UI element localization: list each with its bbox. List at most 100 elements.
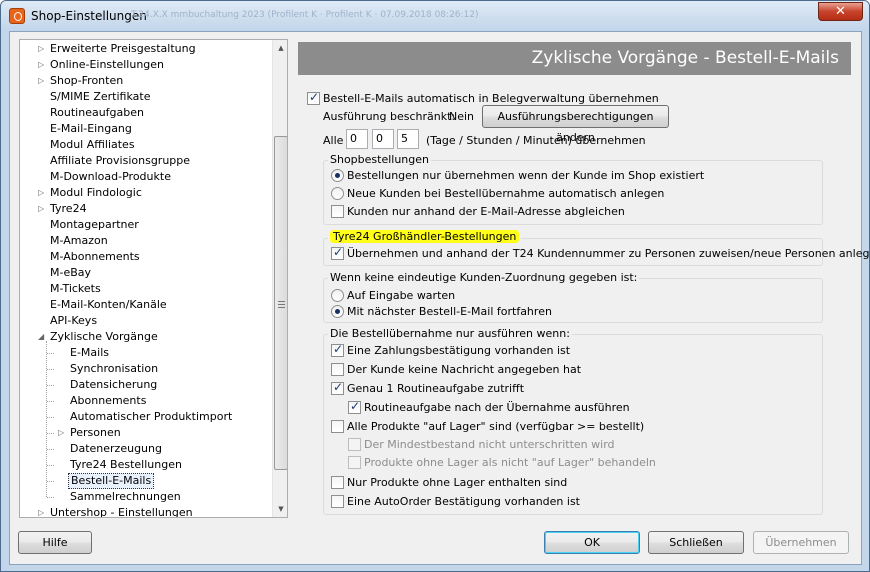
- interval-days-input[interactable]: 0: [346, 129, 368, 149]
- tyre24-checkbox[interactable]: [331, 245, 344, 260]
- tree-item-label[interactable]: M-Tickets: [50, 281, 101, 297]
- condition-checkbox[interactable]: [331, 420, 344, 433]
- tree-item-label[interactable]: Shop-Fronten: [50, 73, 123, 89]
- expand-arrow-icon[interactable]: ▷: [38, 505, 48, 517]
- expand-arrow-icon[interactable]: ▷: [38, 57, 48, 73]
- wait-input-radio[interactable]: [331, 289, 344, 302]
- tree-item-label[interactable]: M-Amazon: [50, 233, 108, 249]
- tree-item-label[interactable]: Bestell-E-Mails: [68, 473, 155, 489]
- expand-arrow-icon[interactable]: ▷: [58, 425, 68, 441]
- tree-item-label[interactable]: Automatischer Produktimport: [70, 409, 232, 425]
- tree-connector: [47, 433, 54, 434]
- condition-label[interactable]: Genau 1 Routineaufgabe zutrifft: [347, 382, 524, 395]
- condition-label[interactable]: Eine AutoOrder Bestätigung vorhanden ist: [347, 495, 580, 508]
- condition-label: Produkte ohne Lager als nicht "auf Lager…: [364, 456, 656, 469]
- expand-arrow-icon[interactable]: ▷: [38, 185, 48, 201]
- tree-item-label[interactable]: Montagepartner: [50, 217, 139, 233]
- shop-orders-title: Shopbestellungen: [328, 153, 432, 166]
- tree-item-label[interactable]: Sammelrechnungen: [70, 489, 181, 505]
- grip-icon: [278, 301, 285, 308]
- tree-connector: [47, 385, 54, 386]
- help-button[interactable]: Hilfe: [18, 531, 92, 554]
- expand-arrow-icon[interactable]: ▷: [38, 201, 48, 217]
- interval-prefix: Alle: [323, 134, 344, 147]
- tree-connector: [47, 481, 54, 482]
- tree-item-label[interactable]: Zyklische Vorgänge: [50, 329, 158, 345]
- condition-label[interactable]: Eine Zahlungsbestätigung vorhanden ist: [347, 344, 570, 357]
- tree-item-label[interactable]: Tyre24 Bestellungen: [70, 457, 182, 473]
- tree-item-label[interactable]: S/MIME Zertifikate: [50, 89, 150, 105]
- condition-checkbox[interactable]: [331, 380, 344, 395]
- auto-take-label[interactable]: Bestell-E-Mails automatisch in Belegverw…: [323, 92, 659, 105]
- close-button[interactable]: Schließen: [648, 531, 744, 554]
- expand-arrow-icon[interactable]: ▷: [38, 73, 48, 89]
- tree-item-label[interactable]: Modul Findologic: [50, 185, 142, 201]
- app-icon: [9, 8, 25, 24]
- shop-settings-window: Shop-Einstellungen T.24.X.X mmbuchaltung…: [0, 0, 870, 572]
- condition-checkbox[interactable]: [331, 342, 344, 357]
- interval-hours-input[interactable]: 0: [372, 129, 394, 149]
- condition-checkbox[interactable]: [331, 363, 344, 376]
- tree-item-label[interactable]: Datenerzeugung: [70, 441, 162, 457]
- tree-scrollbar[interactable]: ▲ ▼: [272, 40, 287, 517]
- tree-item-label[interactable]: M-Abonnements: [50, 249, 140, 265]
- tree-item-label[interactable]: M-eBay: [50, 265, 91, 281]
- tree-item-label[interactable]: Abonnements: [70, 393, 146, 409]
- scroll-down-icon[interactable]: ▼: [273, 501, 287, 517]
- tree-item-label[interactable]: Modul Affiliates: [50, 137, 135, 153]
- tree-connector: [47, 401, 54, 402]
- interval-minutes-input[interactable]: 5: [397, 129, 419, 149]
- condition-label[interactable]: Der Kunde keine Nachricht angegeben hat: [347, 363, 581, 376]
- condition-checkbox[interactable]: [348, 399, 361, 414]
- shop-existing-label[interactable]: Bestellungen nur übernehmen wenn der Kun…: [347, 169, 704, 182]
- scroll-up-icon[interactable]: ▲: [273, 40, 287, 56]
- tree-item-label[interactable]: Personen: [70, 425, 121, 441]
- condition-label[interactable]: Nur Produkte ohne Lager enthalten sind: [347, 476, 567, 489]
- auto-take-checkbox[interactable]: [307, 90, 320, 105]
- tree-item-label[interactable]: E-Mail-Eingang: [50, 121, 132, 137]
- email-match-checkbox[interactable]: [331, 205, 344, 218]
- tree-item-label[interactable]: Tyre24: [50, 201, 87, 217]
- tree-item-label[interactable]: Erweiterte Preisgestaltung: [50, 41, 196, 57]
- shop-autocreate-label[interactable]: Neue Kunden bei Bestellübernahme automat…: [347, 187, 664, 200]
- tree-item-label[interactable]: Affiliate Provisionsgruppe: [50, 153, 190, 169]
- shop-existing-radio[interactable]: [331, 169, 344, 182]
- tree-item-label[interactable]: Datensicherung: [70, 377, 157, 393]
- tree-item-label[interactable]: Routineaufgaben: [50, 105, 144, 121]
- condition-label: Der Mindestbestand nicht unterschritten …: [364, 438, 615, 451]
- condition-checkbox: [348, 438, 361, 451]
- continue-next-radio[interactable]: [331, 305, 344, 318]
- shop-autocreate-radio[interactable]: [331, 187, 344, 200]
- restricted-value: Nein: [449, 110, 475, 123]
- tree-item-label[interactable]: Untershop - Einstellungen: [50, 505, 193, 517]
- tree-connector: [47, 497, 54, 498]
- tree-item-label[interactable]: E-Mails: [70, 345, 109, 361]
- tree-item-label[interactable]: E-Mail-Konten/Kanäle: [50, 297, 167, 313]
- restricted-label: Ausführung beschränkt:: [323, 110, 456, 123]
- tyre24-label[interactable]: Übernehmen und anhand der T24 Kundennumm…: [347, 247, 869, 260]
- tyre24-title-wrap: Tyre24 Großhändler-Bestellungen: [328, 230, 522, 243]
- change-permissions-button[interactable]: Ausführungsberechtigungen ändern: [482, 105, 669, 144]
- scroll-thumb[interactable]: [274, 136, 287, 470]
- expand-arrow-icon[interactable]: ▷: [38, 41, 48, 57]
- tree-connector: [46, 341, 47, 497]
- tree-connector: [47, 369, 54, 370]
- condition-checkbox[interactable]: [331, 476, 344, 489]
- condition-label[interactable]: Routineaufgabe nach der Übernahme ausfüh…: [364, 401, 630, 414]
- close-window-button[interactable]: ✕: [818, 2, 863, 21]
- tree-item-label[interactable]: Online-Einstellungen: [50, 57, 164, 73]
- tree-connector: [47, 465, 54, 466]
- tree-item-label[interactable]: API-Keys: [50, 313, 97, 329]
- ok-button[interactable]: OK: [544, 531, 640, 554]
- title-bar[interactable]: Shop-Einstellungen T.24.X.X mmbuchaltung…: [1, 1, 869, 31]
- tree-item-label[interactable]: M-Download-Produkte: [50, 169, 171, 185]
- condition-label[interactable]: Alle Produkte "auf Lager" sind (verfügba…: [347, 420, 644, 433]
- unclear-customer-title: Wenn keine eindeutige Kunden-Zuordnung g…: [328, 271, 640, 284]
- wait-input-label[interactable]: Auf Eingabe warten: [347, 289, 455, 302]
- apply-button: Übernehmen: [753, 531, 849, 554]
- condition-checkbox[interactable]: [331, 495, 344, 508]
- email-match-label[interactable]: Kunden nur anhand der E-Mail-Adresse abg…: [347, 205, 625, 218]
- continue-next-label[interactable]: Mit nächster Bestell-E-Mail fortfahren: [347, 305, 552, 318]
- tree-item-label[interactable]: Synchronisation: [70, 361, 158, 377]
- tree-connector: [47, 417, 54, 418]
